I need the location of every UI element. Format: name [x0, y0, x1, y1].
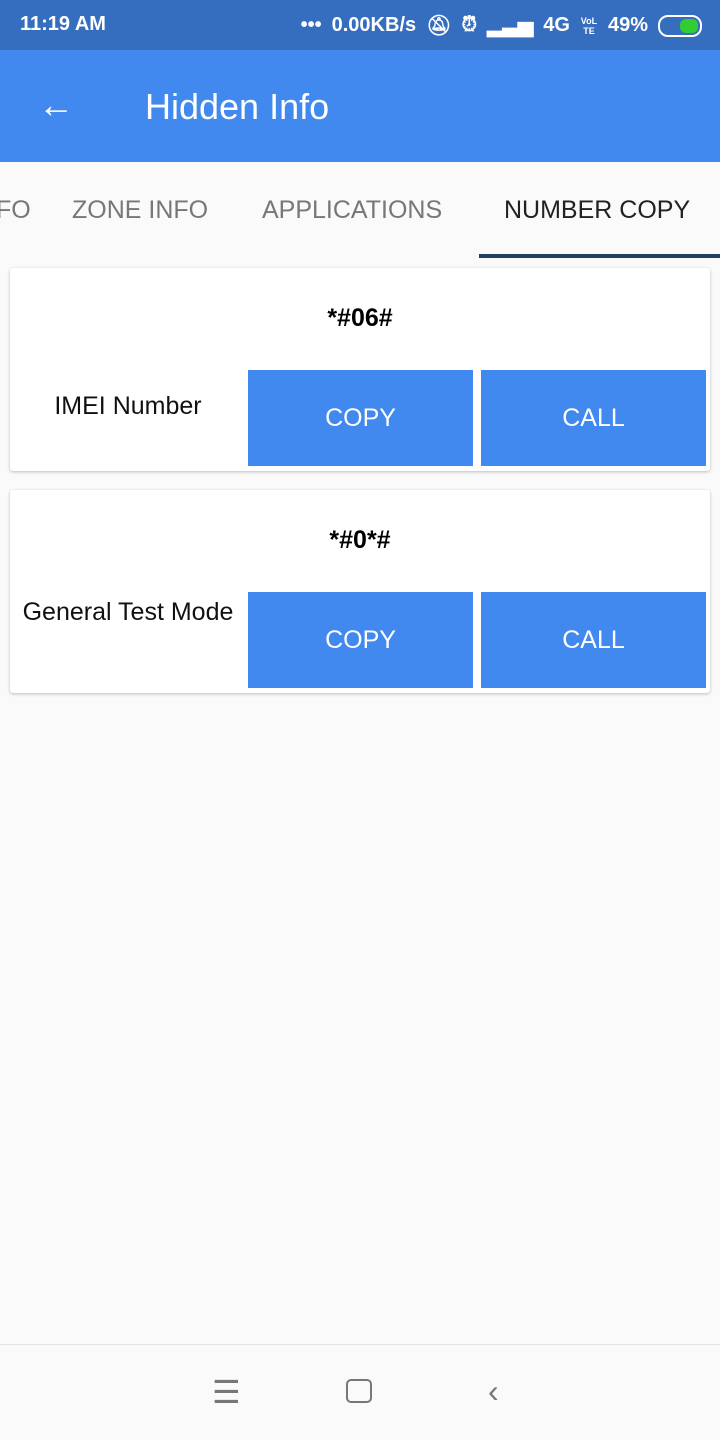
status-bar: 11:19 AM ••• 0.00KB/s 🔕︎ ⏰︎ ▂▃▅ 4G VoLTE…: [0, 0, 720, 50]
copy-button[interactable]: COPY: [248, 592, 473, 688]
page-title: Hidden Info: [145, 86, 330, 127]
status-time: 11:19 AM: [20, 13, 106, 35]
code-card: *#0*# General Test Mode COPY CALL: [10, 490, 710, 693]
call-button[interactable]: CALL: [481, 592, 706, 688]
menu-icon[interactable]: ☰: [212, 1373, 241, 1411]
code-label: IMEI Number: [54, 392, 202, 420]
tab-number-copy[interactable]: NUMBER COPY: [504, 196, 690, 225]
code-card: *#06# IMEI Number COPY CALL: [10, 268, 710, 471]
code-text: *#06#: [327, 304, 393, 332]
tab-info[interactable]: FO: [0, 196, 31, 225]
app-bar: ← Hidden Info: [0, 50, 720, 162]
signal-icon: ▂▃▅: [487, 15, 534, 37]
tab-applications[interactable]: APPLICATIONS: [262, 196, 442, 225]
network-type: 4G: [543, 14, 570, 36]
mute-bell-icon: 🔕︎: [426, 15, 452, 37]
battery-charging-icon: [658, 14, 702, 37]
home-icon[interactable]: [346, 1379, 372, 1403]
tab-zone-info[interactable]: ZONE INFO: [72, 196, 208, 225]
code-label: General Test Mode: [22, 598, 234, 626]
more-notifications-icon: •••: [300, 14, 322, 36]
navigation-bar: ☰ ‹: [0, 1344, 720, 1440]
code-text: *#0*#: [329, 526, 391, 554]
tab-indicator: [479, 254, 720, 258]
tab-bar: FO ZONE INFO APPLICATIONS NUMBER COPY: [0, 162, 720, 258]
alarm-icon: ⏰︎: [461, 14, 478, 36]
net-speed: 0.00KB/s: [331, 14, 417, 36]
back-icon[interactable]: ‹: [488, 1373, 499, 1410]
back-arrow-icon[interactable]: ←: [38, 84, 74, 126]
call-button[interactable]: CALL: [481, 370, 706, 466]
battery-percent: 49%: [607, 14, 648, 36]
volte-icon: VoLTE: [580, 15, 598, 36]
copy-button[interactable]: COPY: [248, 370, 473, 466]
